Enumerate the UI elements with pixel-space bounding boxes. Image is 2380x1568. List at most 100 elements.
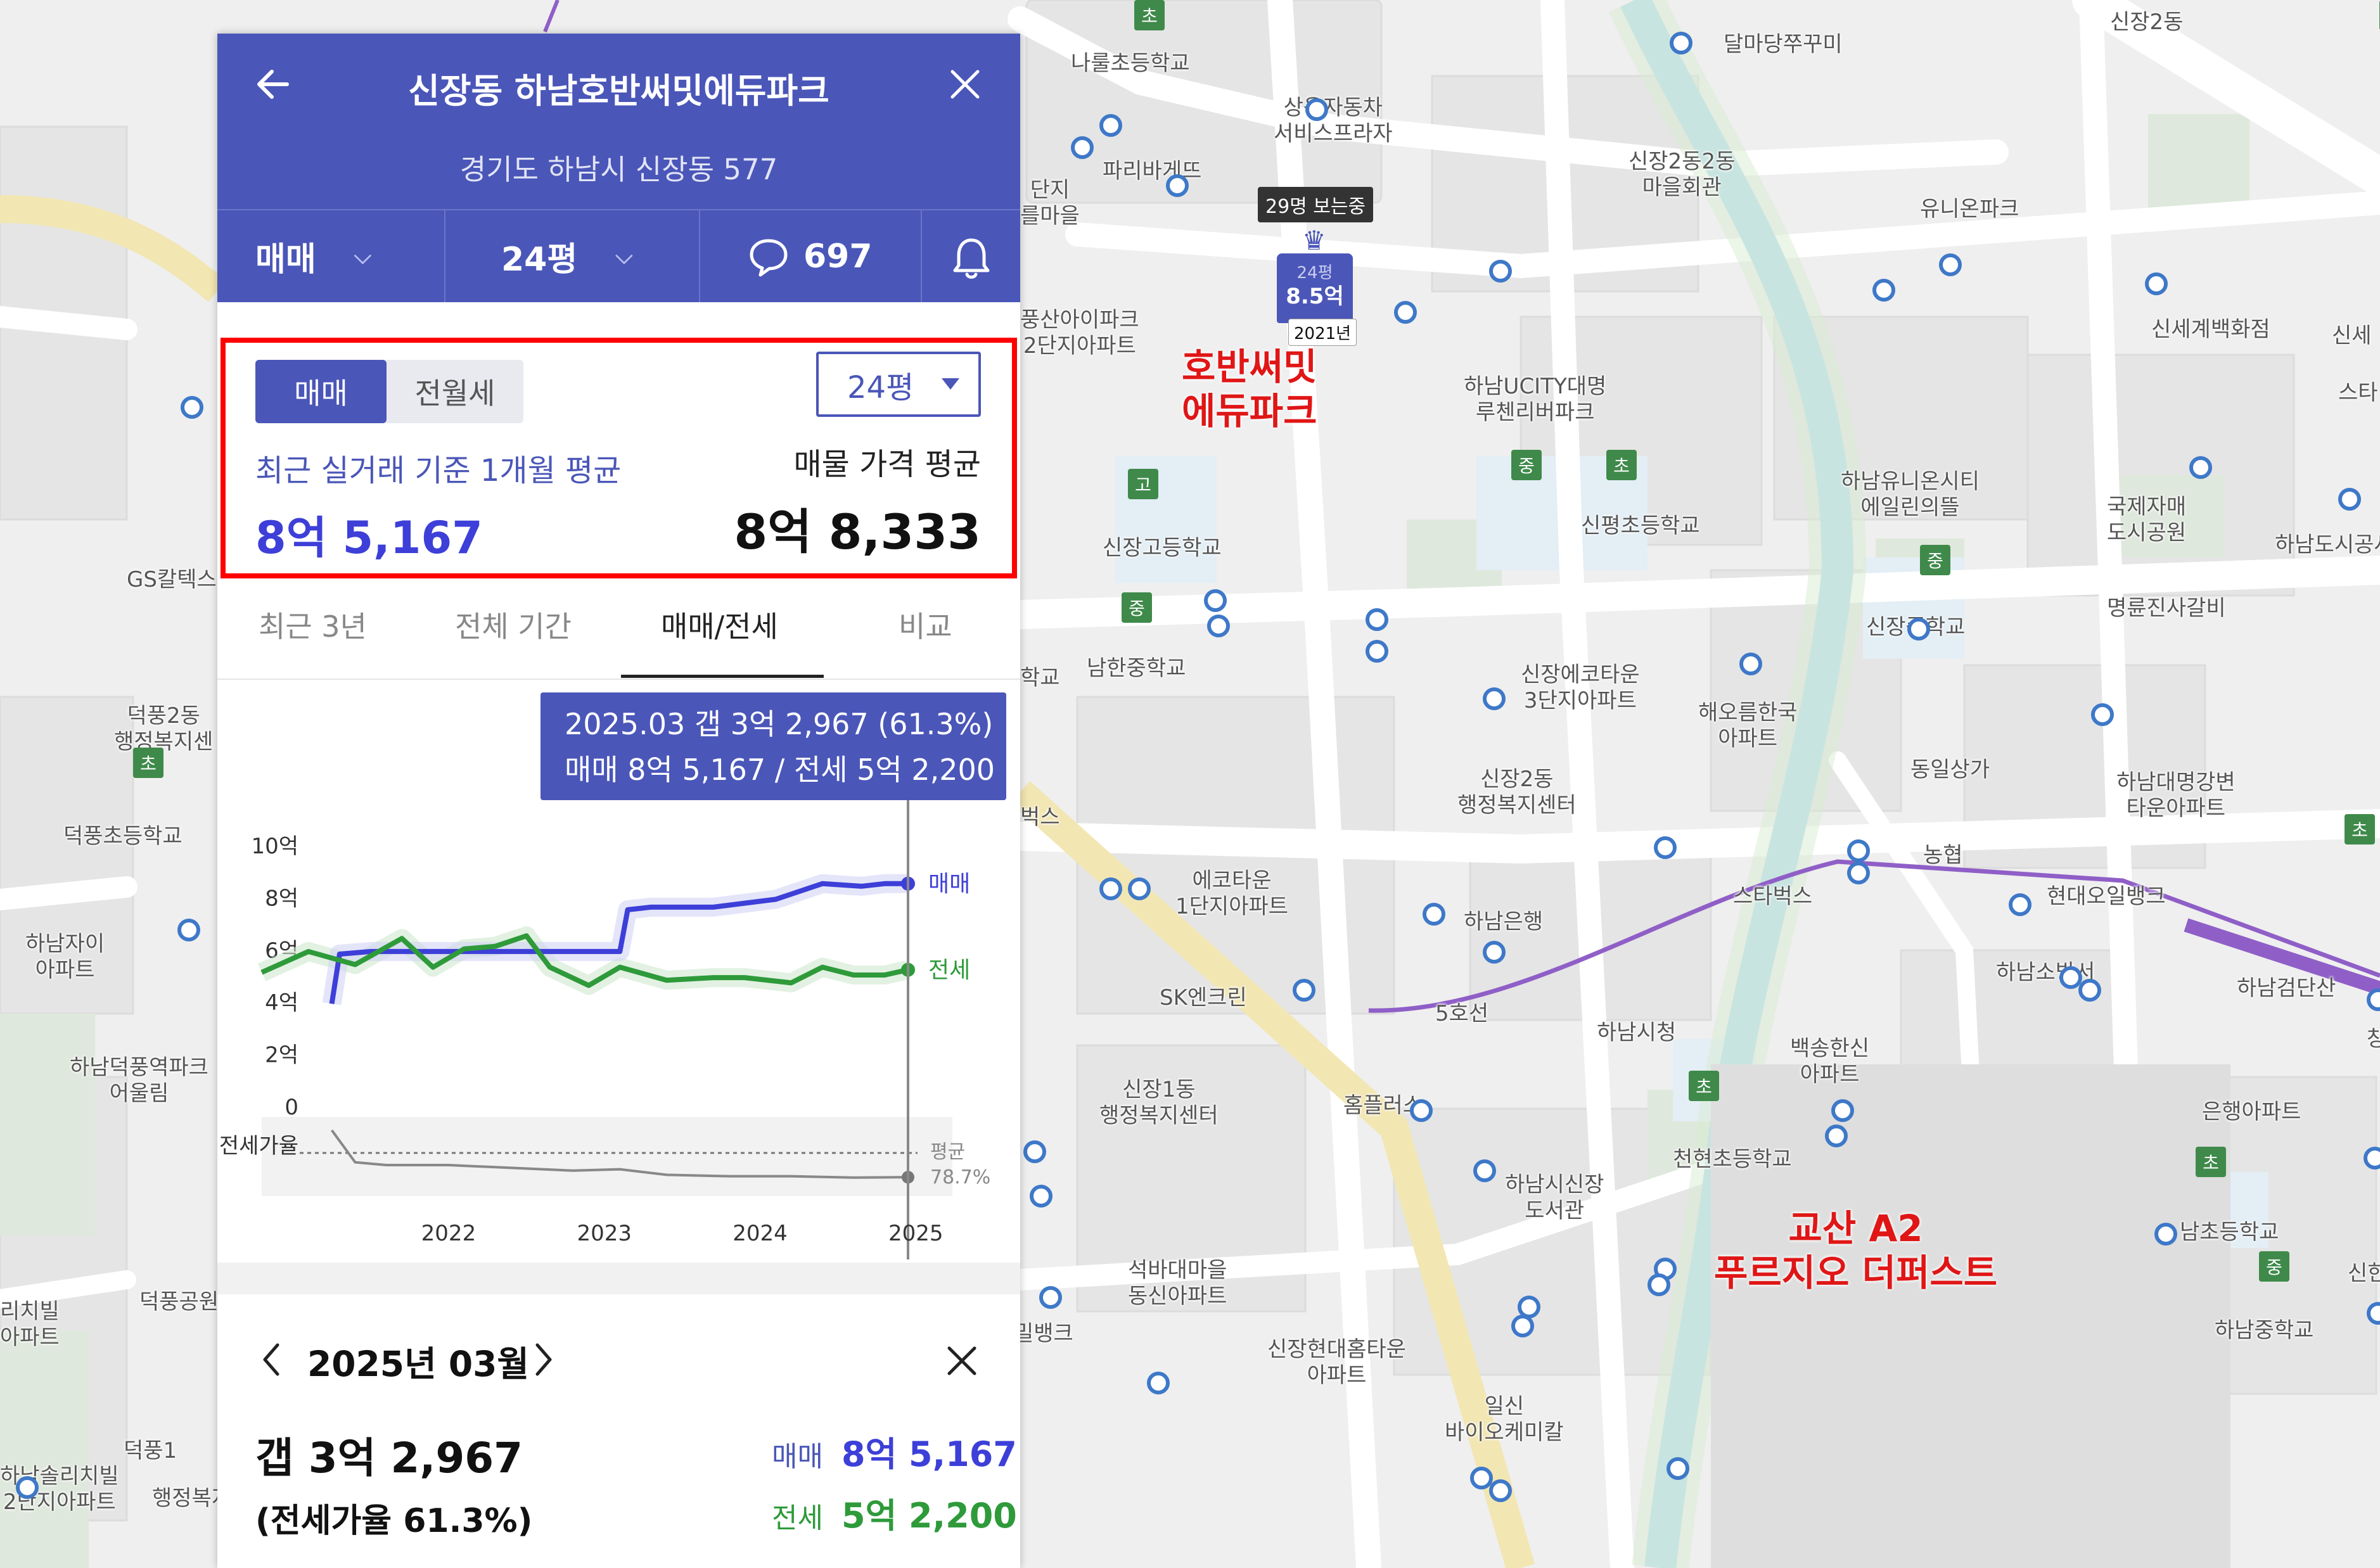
map-place-label[interactable]: 국제자매 도시공원 [2107,494,2186,546]
map-place-label[interactable]: 상용자동차 서비스프라자 [1274,95,1393,147]
apartment-marker[interactable]: 29명 보는중 ♛ 24평 8.5억 2021년 [1258,181,1385,352]
map-place-label[interactable]: 신한 [2348,1261,2380,1287]
map-place-label[interactable]: 하남UCITY대명 루첸리버파크 [1464,374,1606,426]
school-badge-icon[interactable]: 중 [1920,545,1950,575]
bus-stop-icon[interactable] [1511,1315,1534,1337]
map-place-label[interactable]: 신장2동 행정복지센터 [1457,767,1577,819]
bus-stop-icon[interactable] [1647,1273,1670,1296]
bus-stop-icon[interactable] [1166,174,1189,197]
map-place-label[interactable]: 밀뱅크 [1014,1321,1073,1347]
close-icon[interactable] [940,59,990,110]
bus-stop-icon[interactable] [1831,1099,1854,1122]
map-place-label[interactable]: 남한중학교 [1087,656,1186,682]
map-place-label[interactable]: 하남중학교 [2215,1318,2313,1344]
school-badge-icon[interactable]: 중 [2259,1251,2289,1282]
map-place-label[interactable]: 단지 를마을 [1020,177,1080,229]
map-place-label[interactable]: 에코타운 1단지아파트 [1175,868,1288,920]
map-place-label[interactable]: 5호선 [1435,1001,1488,1027]
school-badge-icon[interactable]: 초 [2345,814,2375,845]
bus-stop-icon[interactable] [1483,941,1506,964]
bus-stop-icon[interactable] [1071,136,1094,159]
bus-stop-icon[interactable] [181,396,203,419]
map-place-label[interactable]: 나룰초등학교 [1071,51,1190,77]
bus-stop-icon[interactable] [1847,862,1870,884]
bus-stop-icon[interactable] [1207,615,1230,637]
map-place-label[interactable]: 하남시신장 도서관 [1505,1172,1604,1224]
bus-stop-icon[interactable] [1099,114,1122,137]
comments-button[interactable]: 697 [746,210,899,302]
map-place-label[interactable]: 신장2동 [2110,10,2183,35]
bus-stop-icon[interactable] [2009,893,2031,916]
bus-stop-icon[interactable] [1907,618,1930,641]
map-place-label[interactable]: 하남도시공사 [2275,532,2380,558]
bus-stop-icon[interactable] [1023,1140,1046,1163]
bus-stop-icon[interactable] [2338,488,2361,511]
bus-stop-icon[interactable] [1099,877,1122,900]
map-place-label[interactable]: 스타벅스 [1733,884,1812,910]
map-place-label[interactable]: 신장에코타운 3단지아파트 [1521,662,1640,714]
school-badge-icon[interactable]: 초 [1134,0,1165,30]
map-place-label[interactable]: 해오름한국 아파트 [1698,700,1797,752]
tab-recent-3y[interactable]: 최근 3년 [259,604,367,646]
map-place-label[interactable]: 현대오일뱅크 [2047,884,2166,910]
bus-stop-icon[interactable] [177,919,200,941]
school-badge-icon[interactable]: 초 [1606,450,1637,480]
map-place-label[interactable]: 하남검단산 [2237,976,2336,1002]
tab-all-period[interactable]: 전체 기간 [455,604,572,646]
map-place-label[interactable]: 스타 [2338,380,2378,406]
bus-stop-icon[interactable] [2091,703,2114,726]
map-place-label[interactable]: 남초등학교 [2180,1220,2279,1246]
school-badge-icon[interactable]: 고 [1128,469,1158,499]
prev-month-icon[interactable] [255,1337,287,1382]
bus-stop-icon[interactable] [2154,1223,2177,1246]
bus-stop-icon[interactable] [2145,272,2168,295]
back-arrow-icon[interactable] [249,59,300,110]
bus-stop-icon[interactable] [1667,1457,1689,1480]
map-place-label[interactable]: 명륜진사갈비 [2107,596,2226,621]
bus-stop-icon[interactable] [2189,456,2212,479]
map-place-label[interactable]: 덕풍초등학교 [63,824,182,850]
map-place-label[interactable]: 하남시청 [1597,1020,1676,1046]
bus-stop-icon[interactable] [1847,839,1870,862]
map-place-label[interactable]: 하남유니온시티 에일린의뜰 [1841,469,1980,521]
bus-stop-icon[interactable] [2078,979,2101,1002]
map-place-label[interactable]: 신평초등학교 [1581,513,1700,539]
map-place-label[interactable]: SK엔크린 [1160,985,1247,1011]
map-place-label[interactable]: 신장현대홈타운 아파트 [1267,1337,1406,1389]
tab-compare[interactable]: 비교 [899,604,952,646]
bus-stop-icon[interactable] [1825,1125,1848,1147]
map-place-label[interactable]: 풍산아이파크 2단지아파트 [1020,307,1139,359]
toggle-rent[interactable]: 전월세 [387,360,523,423]
school-badge-icon[interactable]: 초 [133,748,163,778]
bus-stop-icon[interactable] [1204,589,1227,612]
bus-stop-icon[interactable] [1423,903,1445,926]
bus-stop-icon[interactable] [1410,1099,1433,1122]
bus-stop-icon[interactable] [1872,279,1895,302]
bus-stop-icon[interactable] [1039,1286,1062,1309]
bus-stop-icon[interactable] [1366,608,1388,631]
map-place-label[interactable]: 하남자이 아파트 [25,931,105,983]
map-place-label[interactable]: 유니온파크 [1920,196,2019,222]
map-place-label[interactable]: 창 [2367,1026,2380,1052]
map-place-label[interactable]: 학교 [1020,665,1060,691]
map-place-label[interactable]: 농협 [1923,843,1963,869]
tab-sale-jeonse[interactable]: 매매/전세 [661,604,778,646]
bus-stop-icon[interactable] [1394,301,1417,324]
trade-type-dropdown[interactable]: 매매 ⌵ [255,210,445,302]
bus-stop-icon[interactable] [1366,640,1388,663]
bus-stop-icon[interactable] [1293,979,1315,1002]
close-detail-icon[interactable] [940,1339,984,1383]
bus-stop-icon[interactable] [16,1476,39,1499]
map-place-label[interactable]: 벅스 [1020,805,1060,831]
bus-stop-icon[interactable] [1939,253,1962,276]
map-place-label[interactable]: 석바대마을 동신아파트 [1128,1258,1227,1310]
map-place-label[interactable]: 신세계백화점 [2151,317,2270,343]
map-place-label[interactable]: 하남대명강변 타운아파트 [2116,770,2236,822]
bus-stop-icon[interactable] [1147,1372,1170,1394]
toggle-sale[interactable]: 매매 [255,360,387,423]
map-place-label[interactable]: 덕풍1 [124,1438,177,1464]
map-place-label[interactable]: 천현초등학교 [1673,1147,1792,1173]
school-badge-icon[interactable]: 중 [1122,592,1152,623]
map-place-label[interactable]: 신장2동2동 마을회관 [1628,149,1735,201]
school-badge-icon[interactable]: 초 [2196,1147,2226,1177]
